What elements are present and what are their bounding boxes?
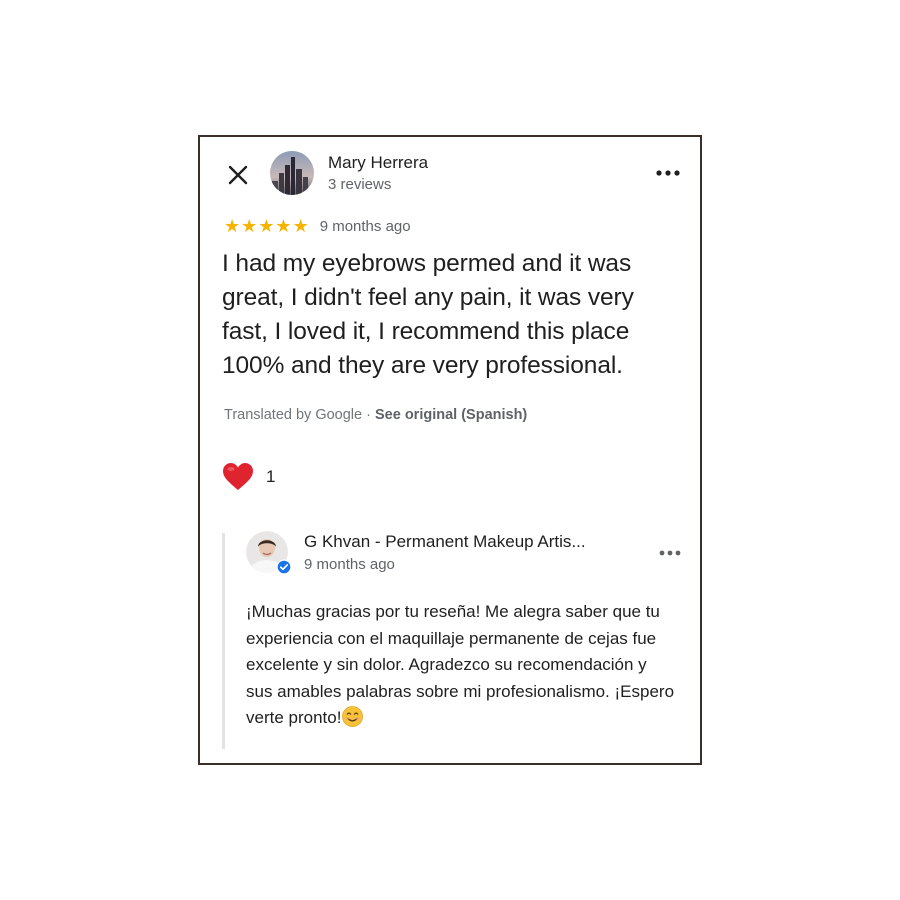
see-original-link[interactable]: See original (Spanish) bbox=[375, 407, 527, 423]
star-icon: ★ bbox=[258, 216, 275, 236]
more-horizontal-icon bbox=[656, 170, 680, 176]
review-more-button[interactable] bbox=[652, 161, 684, 185]
star-icon: ★ bbox=[224, 216, 241, 236]
translated-by-label: Translated by Google · bbox=[224, 407, 375, 423]
owner-response-divider bbox=[222, 533, 225, 749]
owner-response-text: ¡Muchas gracias por tu reseña! Me alegra… bbox=[246, 599, 676, 732]
reviewer-avatar[interactable] bbox=[270, 151, 314, 195]
review-text: I had my eyebrows permed and it was grea… bbox=[222, 250, 634, 379]
star-icon: ★ bbox=[241, 216, 258, 236]
reaction-row[interactable]: 1 bbox=[222, 462, 275, 492]
reaction-count: 1 bbox=[266, 467, 276, 486]
more-horizontal-icon bbox=[659, 550, 681, 556]
reviewer-review-count: 3 reviews bbox=[328, 176, 392, 193]
star-rating: ★ ★ ★ ★ ★ bbox=[224, 217, 309, 235]
rating-row: ★ ★ ★ ★ ★ 9 months ago bbox=[224, 215, 411, 237]
owner-response-more-button[interactable] bbox=[654, 541, 686, 565]
reviewer-name[interactable]: Mary Herrera bbox=[328, 153, 428, 173]
owner-response-time: 9 months ago bbox=[304, 556, 395, 573]
review-card: Mary Herrera 3 reviews ★ ★ ★ ★ ★ 9 month… bbox=[198, 135, 702, 765]
owner-name[interactable]: G Khvan - Permanent Makeup Artis... bbox=[304, 532, 634, 552]
owner-avatar[interactable] bbox=[246, 531, 292, 575]
owner-response-body: ¡Muchas gracias por tu reseña! Me alegra… bbox=[246, 602, 675, 727]
close-button[interactable] bbox=[222, 159, 254, 191]
smiling-face-emoji bbox=[342, 706, 364, 727]
close-icon bbox=[228, 165, 248, 185]
verified-badge-icon bbox=[276, 559, 292, 575]
heart-icon[interactable] bbox=[222, 462, 254, 492]
star-icon: ★ bbox=[292, 216, 309, 236]
review-time: 9 months ago bbox=[319, 217, 411, 235]
translation-note: Translated by Google · See original (Spa… bbox=[224, 407, 527, 423]
star-icon: ★ bbox=[275, 216, 292, 236]
